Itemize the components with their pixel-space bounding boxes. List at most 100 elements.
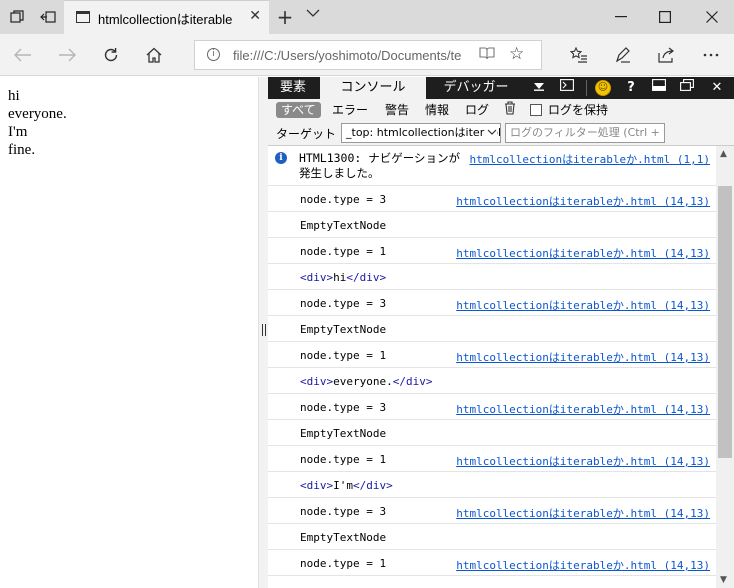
address-bar[interactable]: i file:///C:/Users/yoshimoto/Documents/t…: [194, 40, 542, 70]
source-link[interactable]: htmlcollectionはiterableか.html (14,13): [456, 349, 710, 365]
log-text: EmptyTextNode: [300, 323, 387, 336]
console-row: node.type = 3 htmlcollectionはiterableか.h…: [268, 186, 716, 212]
undock-icon[interactable]: [676, 77, 698, 99]
help-icon[interactable]: ?: [620, 77, 642, 99]
tag-open: <div>: [300, 479, 334, 492]
log-text: EmptyTextNode: [300, 427, 387, 440]
minimize-icon[interactable]: [606, 6, 636, 28]
page-icon: [76, 11, 90, 23]
clear-console-trash-icon[interactable]: [504, 101, 516, 119]
tag-close: </div>: [346, 271, 387, 284]
tag-open: <div>: [300, 271, 334, 284]
forward-arrow-icon[interactable]: [54, 43, 80, 67]
set-aside-tabs-icon[interactable]: [38, 7, 58, 27]
tab-debugger[interactable]: デバッガー: [430, 77, 522, 99]
tab-elements[interactable]: 要素: [268, 77, 318, 99]
console-scrollbar[interactable]: ▲ ▼: [716, 146, 734, 588]
back-arrow-icon[interactable]: [10, 43, 36, 67]
element-node[interactable]: <div>I'm</div>: [300, 479, 393, 492]
filter-log-button[interactable]: ログ: [465, 102, 489, 118]
source-link[interactable]: htmlcollectionはiterableか.html (14,13): [456, 193, 710, 209]
filter-errors-button[interactable]: エラー: [332, 102, 368, 118]
close-window-icon[interactable]: [697, 6, 727, 28]
site-info-icon[interactable]: i: [207, 48, 220, 61]
preserve-log-checkbox[interactable]: [530, 104, 542, 116]
tag-close: </div>: [392, 375, 433, 388]
filter-all-button[interactable]: すべて: [276, 102, 321, 118]
log-text: EmptyTextNode: [300, 531, 387, 544]
more-tools-dropdown-icon[interactable]: [528, 77, 550, 99]
console-row: EmptyTextNode: [268, 316, 716, 342]
log-text: node.type = 1: [300, 557, 387, 570]
tab-title: htmlcollectionはiterable: [98, 12, 233, 27]
source-link[interactable]: htmlcollectionはiterableか.html (14,13): [456, 557, 710, 573]
source-link[interactable]: htmlcollectionはiterableか.html (1,1): [469, 151, 710, 167]
console-drawer-icon[interactable]: [556, 77, 578, 99]
grip-icon[interactable]: [262, 324, 266, 336]
console-row: node.type = 1 htmlcollectionはiterableか.h…: [268, 238, 716, 264]
log-text: node.type = 1: [300, 453, 387, 466]
target-select-value: _top: htmlcollectionはiterable: [346, 126, 501, 139]
title-bar: htmlcollectionはiterable ✕ +: [0, 0, 734, 34]
page-line: everyone.: [8, 106, 67, 122]
console-row-element[interactable]: <div>I'm</div>: [268, 472, 716, 498]
page-content: hi everyone. I'm fine.: [0, 77, 258, 588]
browser-tab-active[interactable]: htmlcollectionはiterable ✕: [64, 0, 269, 34]
navigation-bar: i file:///C:/Users/yoshimoto/Documents/t…: [0, 34, 734, 76]
info-icon: i: [275, 152, 287, 164]
chevron-down-icon[interactable]: [306, 6, 320, 22]
source-link[interactable]: htmlcollectionはiterableか.html (14,13): [456, 401, 710, 417]
scrollbar-thumb[interactable]: [718, 186, 732, 458]
dock-bottom-icon[interactable]: [648, 77, 670, 99]
console-row: node.type = 1 htmlcollectionはiterableか.h…: [268, 550, 716, 576]
log-text: EmptyTextNode: [300, 219, 387, 232]
refresh-icon[interactable]: [98, 43, 124, 67]
share-icon[interactable]: [654, 43, 680, 67]
console-row-element[interactable]: <div>everyone.</div>: [268, 368, 716, 394]
log-text: node.type = 3: [300, 505, 387, 518]
element-node[interactable]: <div>everyone.</div>: [300, 375, 432, 388]
favorite-star-icon[interactable]: ☆: [509, 44, 524, 64]
reading-view-icon[interactable]: [479, 46, 495, 64]
source-link[interactable]: htmlcollectionはiterableか.html (14,13): [456, 505, 710, 521]
source-link[interactable]: htmlcollectionはiterableか.html (14,13): [456, 453, 710, 469]
scroll-up-arrow-icon[interactable]: ▲: [720, 149, 727, 159]
devtools-resize-handle[interactable]: [258, 77, 268, 588]
console-row: node.type = 1 htmlcollectionはiterableか.h…: [268, 446, 716, 472]
close-devtools-icon[interactable]: ✕: [706, 77, 728, 99]
source-link[interactable]: htmlcollectionはiterableか.html (14,13): [456, 245, 710, 261]
home-icon[interactable]: [141, 43, 167, 67]
source-link[interactable]: htmlcollectionはiterableか.html (14,13): [456, 297, 710, 313]
message-text-line2: 発生しました。: [299, 166, 380, 180]
favorites-list-icon[interactable]: [566, 43, 592, 67]
target-label: ターゲット: [276, 127, 337, 141]
log-text: node.type = 1: [300, 245, 387, 258]
filter-info-button[interactable]: 情報: [425, 102, 449, 118]
close-tab-icon[interactable]: ✕: [249, 8, 261, 24]
info-message-text: HTML1300: ナビゲーションが 発生しました。: [299, 151, 471, 181]
scroll-down-arrow-icon[interactable]: ▼: [720, 575, 727, 585]
more-options-icon[interactable]: [698, 43, 724, 67]
target-select[interactable]: _top: htmlcollectionはiterable: [341, 123, 501, 143]
devtools-tab-bar: 要素 コンソール デバッガー ☺ ? ✕: [268, 77, 734, 99]
feedback-smiley-icon[interactable]: ☺: [595, 80, 611, 96]
log-text: node.type = 1: [300, 349, 387, 362]
page-line: hi: [8, 88, 20, 104]
tab-console[interactable]: コンソール: [320, 77, 426, 99]
divider: [586, 80, 587, 96]
console-row: EmptyTextNode: [268, 524, 716, 550]
message-code: HTML1300:: [299, 151, 362, 165]
page-line: fine.: [8, 142, 36, 158]
console-row: node.type = 3 htmlcollectionはiterableか.h…: [268, 290, 716, 316]
filter-warnings-button[interactable]: 警告: [385, 102, 409, 118]
log-filter-input[interactable]: ログのフィルター処理 (Ctrl + E): [505, 123, 665, 143]
console-row-element[interactable]: <div>hi</div>: [268, 264, 716, 290]
new-tab-icon[interactable]: +: [274, 5, 296, 29]
element-node[interactable]: <div>hi</div>: [300, 271, 386, 284]
address-text[interactable]: file:///C:/Users/yoshimoto/Documents/te: [233, 48, 471, 63]
maximize-icon[interactable]: [650, 6, 680, 28]
pen-icon[interactable]: [610, 43, 636, 67]
tab-manager-icon[interactable]: [7, 7, 27, 27]
tag-close: </div>: [353, 479, 393, 492]
console-row: EmptyTextNode: [268, 420, 716, 446]
